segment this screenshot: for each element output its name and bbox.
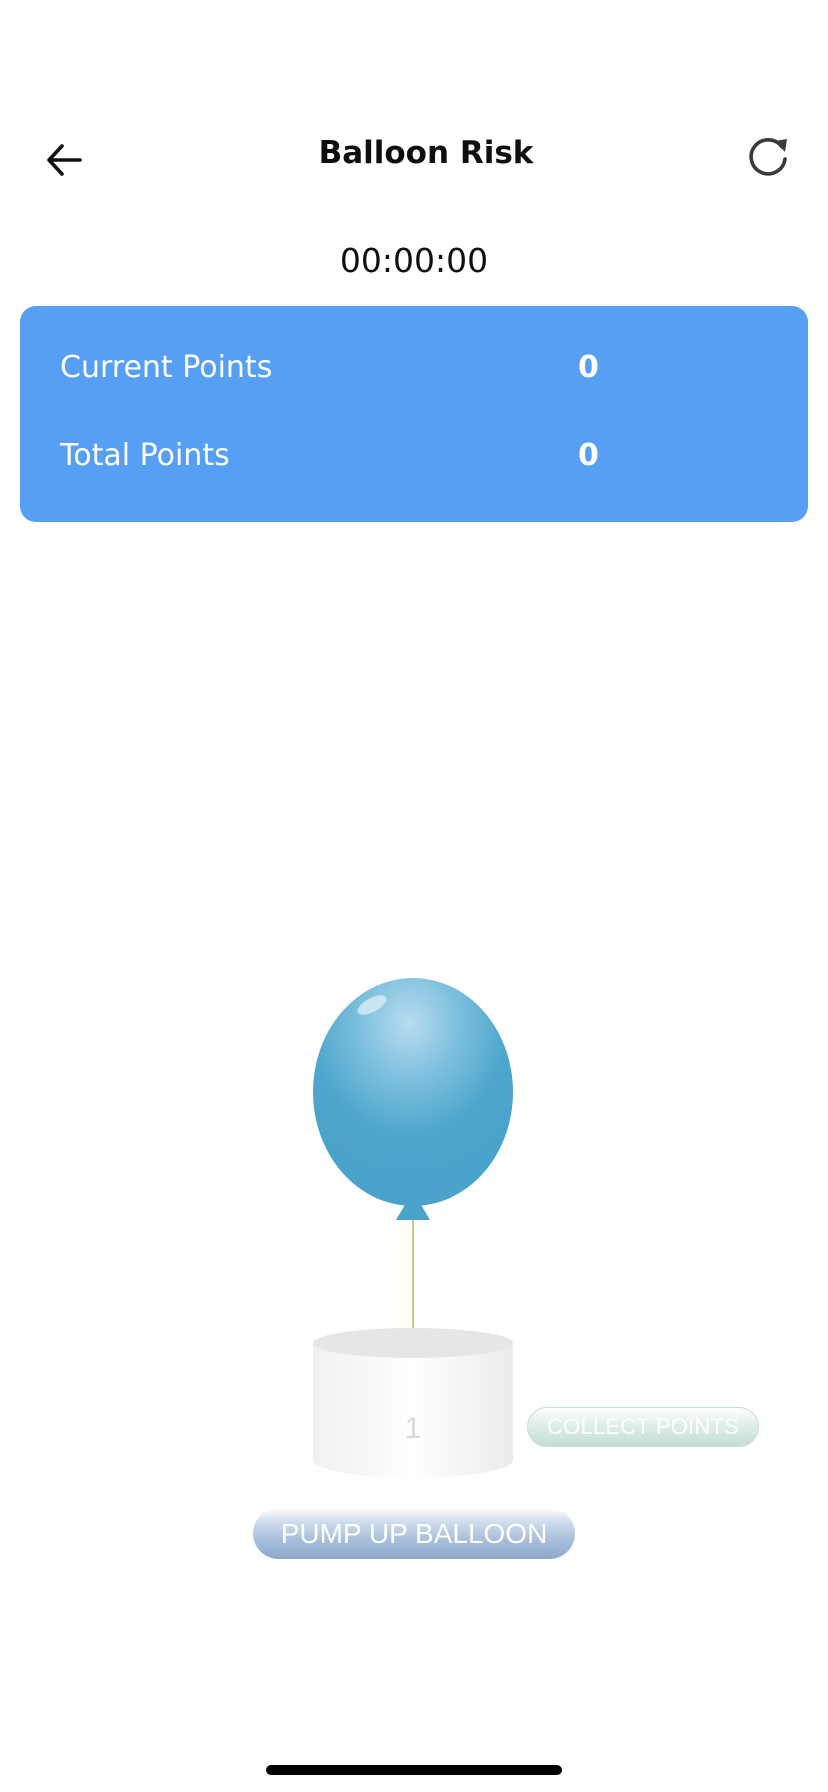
pump-count: 1	[404, 1412, 422, 1445]
balloon-risk-screen: Balloon Risk 00:00:00 Current Points 0 T…	[0, 0, 828, 1792]
pedestal	[313, 1328, 513, 1478]
balloon[interactable]	[313, 978, 513, 1220]
pump-up-balloon-button[interactable]: PUMP UP BALLOON	[253, 1508, 575, 1559]
collect-points-button[interactable]: COLLECT POINTS	[527, 1407, 759, 1447]
game-area: 1 COLLECT POINTS PUMP UP BALLOON	[0, 0, 828, 1792]
home-indicator[interactable]	[266, 1765, 562, 1775]
